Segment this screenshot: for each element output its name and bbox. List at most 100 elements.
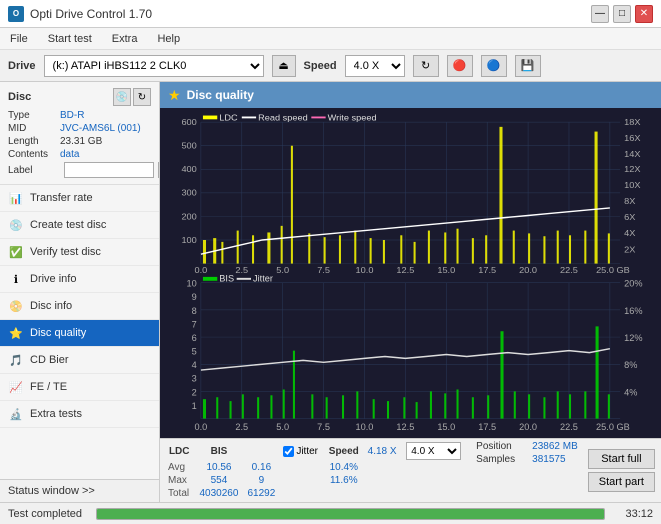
status-window-button[interactable]: Status window >> bbox=[0, 479, 159, 502]
bottom-chart-svg: 10 9 8 7 6 5 4 3 2 1 20% 16% 12% 8% bbox=[160, 273, 661, 438]
sidebar-item-transfer-rate[interactable]: 📊 Transfer rate bbox=[0, 185, 159, 212]
svg-text:10.0: 10.0 bbox=[356, 422, 374, 432]
close-button[interactable]: ✕ bbox=[635, 5, 653, 23]
type-value: BD-R bbox=[60, 110, 84, 121]
transfer-rate-label: Transfer rate bbox=[30, 192, 93, 204]
sidebar-item-disc-quality[interactable]: ⭐ Disc quality bbox=[0, 320, 159, 347]
speed-label: Speed bbox=[304, 60, 337, 72]
svg-text:16%: 16% bbox=[624, 306, 642, 316]
title-bar: O Opti Drive Control 1.70 — □ ✕ bbox=[0, 0, 661, 28]
bottom-stats-panel: LDC BIS Jitter Speed bbox=[160, 438, 661, 502]
save-button[interactable]: 💾 bbox=[515, 55, 541, 77]
menu-help[interactable]: Help bbox=[153, 31, 184, 47]
sidebar-item-fe-te[interactable]: 📈 FE / TE bbox=[0, 374, 159, 401]
svg-text:7.5: 7.5 bbox=[317, 265, 330, 273]
svg-text:Write speed: Write speed bbox=[328, 113, 377, 123]
mid-label: MID bbox=[8, 123, 60, 134]
avg-jitter: 10.4% bbox=[324, 461, 364, 474]
jitter-checkbox-label[interactable]: Jitter bbox=[283, 446, 320, 457]
bis-header: BIS bbox=[194, 441, 243, 461]
samples-label: Samples bbox=[476, 454, 528, 465]
verify-test-disc-label: Verify test disc bbox=[30, 246, 101, 258]
max-jitter: 11.6% bbox=[324, 474, 364, 487]
sidebar-item-create-test-disc[interactable]: 💿 Create test disc bbox=[0, 212, 159, 239]
position-value: 23862 MB bbox=[532, 441, 578, 452]
sidebar-item-verify-test-disc[interactable]: ✅ Verify test disc bbox=[0, 239, 159, 266]
app-title: Opti Drive Control 1.70 bbox=[30, 7, 152, 21]
disc-info-label: Disc info bbox=[30, 300, 72, 312]
svg-text:Jitter: Jitter bbox=[253, 274, 273, 284]
svg-text:16X: 16X bbox=[624, 133, 640, 143]
extra-tests-label: Extra tests bbox=[30, 408, 82, 420]
menu-extra[interactable]: Extra bbox=[108, 31, 142, 47]
menu-start-test[interactable]: Start test bbox=[44, 31, 96, 47]
total-ldc: 4030260 bbox=[194, 487, 243, 500]
svg-text:6: 6 bbox=[192, 333, 197, 343]
start-full-button[interactable]: Start full bbox=[588, 449, 655, 469]
progress-bar-fill bbox=[97, 509, 604, 519]
label-input[interactable] bbox=[64, 162, 154, 178]
svg-text:20.0: 20.0 bbox=[519, 422, 537, 432]
svg-text:5: 5 bbox=[192, 347, 197, 357]
speed-stat-select[interactable]: 4.0 X bbox=[406, 442, 461, 460]
menu-file[interactable]: File bbox=[6, 31, 32, 47]
top-chart: 600 500 400 300 200 100 18X 16X 14X 12X … bbox=[160, 108, 661, 273]
drive-bar: Drive (k:) ATAPI iHBS112 2 CLK0 ⏏ Speed … bbox=[0, 50, 661, 82]
svg-text:6X: 6X bbox=[624, 213, 635, 223]
status-text: Test completed bbox=[8, 508, 88, 520]
svg-text:400: 400 bbox=[181, 164, 196, 174]
svg-text:15.0: 15.0 bbox=[437, 422, 455, 432]
sidebar-item-extra-tests[interactable]: 🔬 Extra tests bbox=[0, 401, 159, 428]
mid-value: JVC-AMS6L (001) bbox=[60, 123, 141, 134]
svg-text:LDC: LDC bbox=[219, 113, 238, 123]
svg-text:600: 600 bbox=[181, 117, 196, 127]
create-test-disc-label: Create test disc bbox=[30, 219, 106, 231]
start-part-button[interactable]: Start part bbox=[588, 472, 655, 492]
length-label: Length bbox=[8, 136, 60, 147]
status-time: 33:12 bbox=[613, 508, 653, 520]
svg-text:300: 300 bbox=[181, 188, 196, 198]
samples-value: 381575 bbox=[532, 454, 565, 465]
create-test-disc-icon: 💿 bbox=[8, 217, 24, 233]
drive-label: Drive bbox=[8, 60, 36, 72]
sidebar-item-drive-info[interactable]: ℹ Drive info bbox=[0, 266, 159, 293]
settings-button1[interactable]: 🔴 bbox=[447, 55, 473, 77]
disc-quality-label: Disc quality bbox=[30, 327, 86, 339]
svg-text:12.5: 12.5 bbox=[396, 265, 414, 273]
settings-button2[interactable]: 🔵 bbox=[481, 55, 507, 77]
svg-text:7: 7 bbox=[192, 320, 197, 330]
jitter-checkbox[interactable] bbox=[283, 446, 294, 457]
drive-info-label: Drive info bbox=[30, 273, 76, 285]
chart-title: Disc quality bbox=[187, 88, 254, 102]
app-icon: O bbox=[8, 6, 24, 22]
nav-list: 📊 Transfer rate 💿 Create test disc ✅ Ver… bbox=[0, 185, 159, 479]
eject-button[interactable]: ⏏ bbox=[272, 55, 296, 77]
svg-text:0.0: 0.0 bbox=[195, 265, 208, 273]
svg-text:12%: 12% bbox=[624, 333, 642, 343]
maximize-button[interactable]: □ bbox=[613, 5, 631, 23]
svg-text:4%: 4% bbox=[624, 388, 637, 398]
contents-value: data bbox=[60, 149, 79, 160]
svg-text:Read speed: Read speed bbox=[258, 113, 308, 123]
drive-select[interactable]: (k:) ATAPI iHBS112 2 CLK0 bbox=[44, 55, 264, 77]
refresh-button[interactable]: ↻ bbox=[413, 55, 439, 77]
ldc-header: LDC bbox=[164, 441, 194, 461]
progress-bar bbox=[96, 508, 605, 520]
minimize-button[interactable]: — bbox=[591, 5, 609, 23]
svg-text:7.5: 7.5 bbox=[317, 422, 330, 432]
disc-icon-btn[interactable]: 💿 bbox=[113, 88, 131, 106]
svg-text:2: 2 bbox=[192, 388, 197, 398]
svg-text:3: 3 bbox=[192, 374, 197, 384]
disc-refresh-btn[interactable]: ↻ bbox=[133, 88, 151, 106]
position-label: Position bbox=[476, 441, 528, 452]
fe-te-label: FE / TE bbox=[30, 381, 67, 393]
sidebar-item-disc-info[interactable]: 📀 Disc info bbox=[0, 293, 159, 320]
speed-select[interactable]: 4.0 X bbox=[345, 55, 405, 77]
speed-value: 4.18 X bbox=[368, 446, 397, 457]
disc-info-icon: 📀 bbox=[8, 298, 24, 314]
sidebar-item-cd-bier[interactable]: 🎵 CD Bier bbox=[0, 347, 159, 374]
svg-text:22.5: 22.5 bbox=[560, 422, 578, 432]
svg-text:9: 9 bbox=[192, 292, 197, 302]
verify-test-disc-icon: ✅ bbox=[8, 244, 24, 260]
speed-label-stat: Speed bbox=[329, 446, 359, 457]
